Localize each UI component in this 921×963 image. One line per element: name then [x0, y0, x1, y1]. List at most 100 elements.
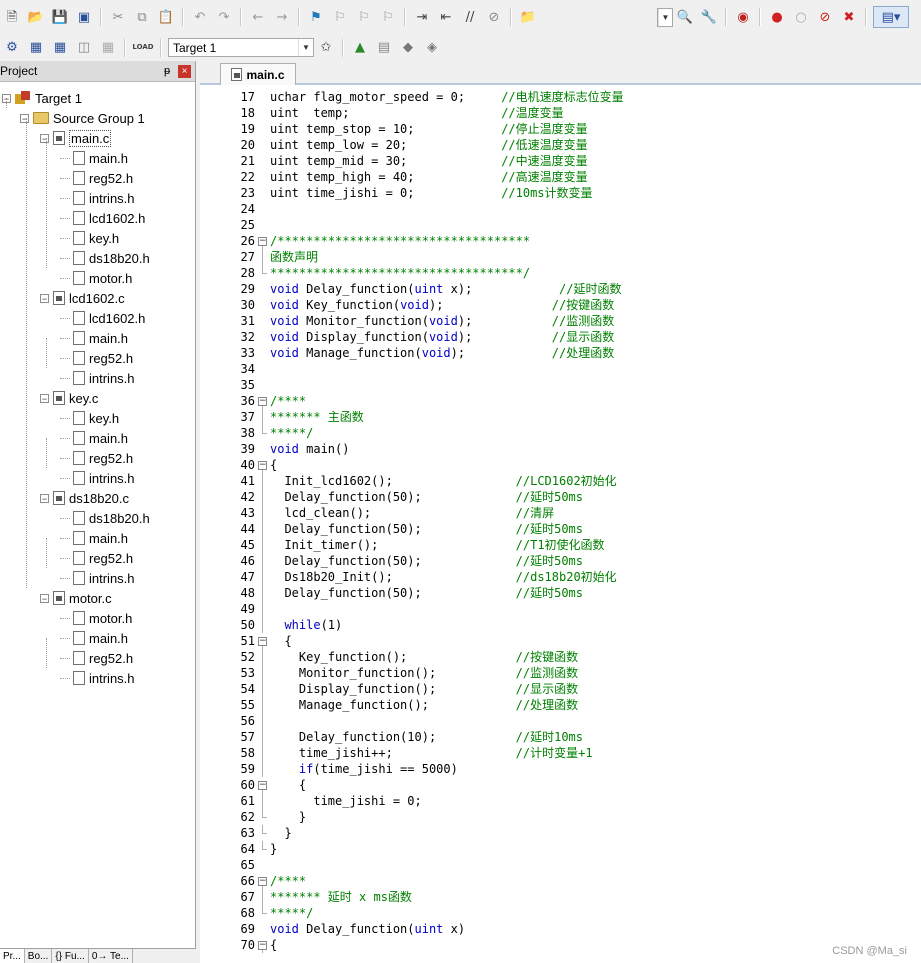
code-line[interactable]: Manage_function(); //处理函数 — [270, 697, 578, 713]
tree-item-key-h[interactable]: key.h — [60, 408, 119, 428]
tree-item-ds18b20-h[interactable]: ds18b20.h — [60, 248, 150, 268]
tree-item-source-group-1[interactable]: − Source Group 1 — [20, 108, 145, 128]
tree-item-main-h[interactable]: main.h — [60, 328, 128, 348]
code-line[interactable]: uint temp_high = 40; //高速温度变量 — [270, 169, 588, 185]
indent-icon[interactable]: ⇥ — [412, 7, 432, 27]
fold-toggle-icon[interactable]: − — [258, 637, 267, 646]
code-line[interactable]: uint temp_stop = 10; //停止温度变量 — [270, 121, 588, 137]
tree-item-main-h[interactable]: main.h — [60, 628, 128, 648]
tree-item-intrins-h[interactable]: intrins.h — [60, 668, 135, 688]
fold-toggle-icon[interactable]: − — [258, 941, 267, 950]
code-line[interactable]: Display_function(); //显示函数 — [270, 681, 578, 697]
tree-item-intrins-h[interactable]: intrins.h — [60, 568, 135, 588]
close-icon[interactable]: × — [178, 64, 191, 78]
code-line[interactable]: void Display_function(void); //显示函数 — [270, 329, 614, 345]
debug-icon[interactable]: ◉ — [733, 7, 753, 27]
pin-icon[interactable]: ᵽ — [160, 65, 174, 77]
tree-item-key-h[interactable]: key.h — [60, 228, 119, 248]
unindent-icon[interactable]: ⇤ — [436, 7, 456, 27]
tree-item-main-h[interactable]: main.h — [60, 148, 128, 168]
code-line[interactable]: /*********************************** — [270, 233, 530, 249]
target-options-icon[interactable]: ✩ — [316, 38, 336, 58]
comment-icon[interactable]: // — [460, 7, 480, 27]
code-line[interactable]: *****/ — [270, 905, 313, 921]
code-line[interactable]: /**** — [270, 393, 306, 409]
prev-bookmark-icon[interactable]: ⚐ — [330, 7, 350, 27]
fold-toggle-icon[interactable]: − — [258, 461, 267, 470]
tree-item-motor-c[interactable]: − motor.c — [40, 588, 112, 608]
kill-breakpoints-icon[interactable]: ⊘ — [815, 7, 835, 27]
code-line[interactable]: { — [270, 937, 277, 953]
fold-toggle-icon[interactable]: − — [258, 237, 267, 246]
tree-item-key-c[interactable]: − key.c — [40, 388, 98, 408]
tab-main-c[interactable]: main.c — [220, 63, 296, 85]
code-line[interactable]: void Key_function(void); //按键函数 — [270, 297, 614, 313]
batch-build-icon[interactable]: ◫ — [74, 38, 94, 58]
find-icon[interactable]: 🔍 — [675, 7, 695, 27]
code-line[interactable]: Delay_function(50); //延时50ms — [270, 489, 583, 505]
tab-project[interactable]: Pr... — [0, 949, 25, 963]
load-icon[interactable]: LOAD — [132, 38, 154, 58]
code-line[interactable]: void Delay_function(uint x); //延时函数 — [270, 281, 621, 297]
fold-toggle-icon[interactable]: − — [258, 877, 267, 886]
next-bookmark-icon[interactable]: ⚐ — [354, 7, 374, 27]
fold-toggle-icon[interactable]: − — [258, 781, 267, 790]
copy-icon[interactable]: ⧉ — [132, 7, 152, 27]
uncomment-icon[interactable]: ⊘ — [484, 7, 504, 27]
paste-icon[interactable]: 📋 — [156, 7, 176, 27]
bookmark-icon[interactable]: ⚑ — [306, 7, 326, 27]
tree-item-main-h[interactable]: main.h — [60, 428, 128, 448]
kill-all-icon[interactable]: ✖ — [839, 7, 859, 27]
code-line[interactable]: /**** — [270, 873, 306, 889]
code-view[interactable]: uchar flag_motor_speed = 0; //电机速度标志位变量 u… — [270, 89, 921, 963]
code-line[interactable]: ******* 延时 x ms函数 — [270, 889, 412, 905]
breakpoint-icon[interactable]: ● — [767, 7, 787, 27]
code-line[interactable]: if(time_jishi == 5000) — [270, 761, 458, 777]
tree-item-intrins-h[interactable]: intrins.h — [60, 368, 135, 388]
tree-item-intrins-h[interactable]: intrins.h — [60, 188, 135, 208]
code-line[interactable]: Monitor_function(); //监测函数 — [270, 665, 578, 681]
code-line[interactable]: ******* 主函数 — [270, 409, 364, 425]
clear-bookmarks-icon[interactable]: ⚐ — [378, 7, 398, 27]
open-file-icon[interactable]: 📂 — [26, 7, 46, 27]
translate-icon[interactable]: ⚙ — [2, 38, 22, 58]
code-line[interactable]: uint temp_mid = 30; //中速温度变量 — [270, 153, 588, 169]
manage-components-icon[interactable]: ▲ — [350, 38, 370, 58]
nav-forward-icon[interactable]: → — [272, 7, 292, 27]
collapse-icon[interactable]: − — [40, 393, 49, 403]
rte-icon[interactable]: ◈ — [422, 38, 442, 58]
tree-item-ds18b20-c[interactable]: − ds18b20.c — [40, 488, 129, 508]
code-line[interactable]: } — [270, 825, 291, 841]
tab-templates[interactable]: 0→ Te... — [89, 949, 133, 963]
tree-item-motor-h[interactable]: motor.h — [60, 268, 132, 288]
code-line[interactable]: void Manage_function(void); //处理函数 — [270, 345, 614, 361]
collapse-icon[interactable]: − — [40, 493, 49, 503]
code-line[interactable]: uchar flag_motor_speed = 0; //电机速度标志位变量 — [270, 89, 624, 105]
code-line[interactable]: 函数声明 — [270, 249, 318, 265]
code-line[interactable]: Ds18b20_Init(); //ds18b20初始化 — [270, 569, 616, 585]
code-line[interactable]: Delay_function(50); //延时50ms — [270, 553, 583, 569]
stop-build-icon[interactable]: ▦ — [98, 38, 118, 58]
code-line[interactable]: { — [270, 457, 277, 473]
tree-item-reg52-h[interactable]: reg52.h — [60, 548, 133, 568]
pack-installer-icon[interactable]: ◆ — [398, 38, 418, 58]
collapse-icon[interactable]: − — [40, 133, 49, 143]
code-line[interactable]: time_jishi++; //计时变量+1 — [270, 745, 593, 761]
code-line[interactable]: void main() — [270, 441, 349, 457]
tree-item-target-1[interactable]: − Target 1 — [2, 88, 82, 108]
collapse-icon[interactable]: − — [40, 593, 49, 603]
nav-back-icon[interactable]: ← — [248, 7, 268, 27]
save-all-icon[interactable]: ▣ — [74, 7, 94, 27]
code-line[interactable]: ***********************************/ — [270, 265, 530, 281]
collapse-icon[interactable]: − — [20, 113, 29, 123]
redo-icon[interactable]: ↷ — [214, 7, 234, 27]
code-line[interactable]: Delay_function(50); //延时50ms — [270, 521, 583, 537]
build-icon[interactable]: ▦ — [26, 38, 46, 58]
code-line[interactable]: Init_timer(); //T1初使化函数 — [270, 537, 604, 553]
code-line[interactable]: uint temp_low = 20; //低速温度变量 — [270, 137, 588, 153]
code-line[interactable]: Init_lcd1602(); //LCD1602初始化 — [270, 473, 616, 489]
tree-item-main-h[interactable]: main.h — [60, 528, 128, 548]
tree-item-reg52-h[interactable]: reg52.h — [60, 448, 133, 468]
tree-item-main-c[interactable]: − main.c — [40, 128, 112, 148]
disable-breakpoint-icon[interactable]: ○ — [791, 7, 811, 27]
